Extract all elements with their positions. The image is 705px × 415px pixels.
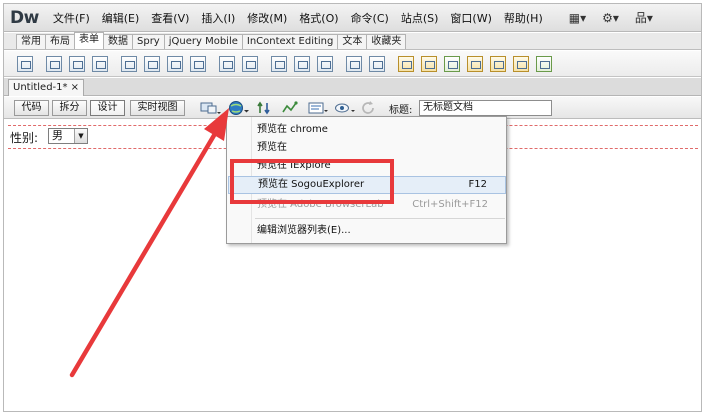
gender-label: 性别: — [10, 131, 39, 145]
tab-spry[interactable]: Spry — [132, 34, 165, 49]
menu-format[interactable]: 格式(O) — [299, 10, 338, 26]
design-view-button[interactable]: 设计 — [90, 100, 125, 116]
tab-incontext-editing[interactable]: InContext Editing — [241, 34, 339, 49]
checkbox-icon[interactable] — [121, 55, 137, 72]
spry-radio-group-icon[interactable] — [536, 55, 552, 72]
document-tab-label: Untitled-1* — [13, 82, 68, 93]
menu-item-label: 预览在 chrome — [257, 124, 328, 135]
spry-textfield-icon[interactable] — [398, 55, 414, 72]
menu-window[interactable]: 窗口(W) — [450, 10, 491, 26]
page-title-input[interactable]: 无标题文档 — [419, 100, 552, 116]
menu-item-label: 编辑浏览器列表(E)... — [257, 225, 351, 236]
label-icon[interactable] — [346, 55, 362, 72]
preview-eye-icon[interactable] — [334, 100, 356, 116]
code-view-button[interactable]: 代码 — [14, 100, 49, 116]
list-menu-icon[interactable] — [190, 55, 206, 72]
menu-edit[interactable]: 编辑(E) — [102, 10, 140, 26]
preview-blank-item[interactable]: 预览在 — [228, 139, 506, 157]
spry-select-icon[interactable] — [467, 55, 483, 72]
menu-bar: Dw 文件(F) 编辑(E) 查看(V) 插入(I) 修改(M) 格式(O) 命… — [4, 4, 701, 32]
menu-modify[interactable]: 修改(M) — [247, 10, 287, 26]
insert-panel-tabs: 常用 布局 表单 数据 Spry jQuery Mobile InContext… — [4, 32, 701, 50]
live-view-button[interactable]: 实时视图 — [130, 100, 185, 116]
spry-confirm-icon[interactable] — [513, 55, 529, 72]
close-icon[interactable]: × — [71, 80, 79, 95]
edit-browser-list-item[interactable]: 编辑浏览器列表(E)... — [228, 222, 506, 240]
dreamweaver-window: Dw 文件(F) 编辑(E) 查看(V) 插入(I) 修改(M) 格式(O) 命… — [3, 3, 702, 412]
hidden-field-icon[interactable] — [294, 55, 310, 72]
form-icon[interactable] — [17, 55, 33, 72]
textarea-icon[interactable] — [69, 55, 85, 72]
document-tab[interactable]: Untitled-1* × — [8, 79, 84, 96]
radio-group-icon[interactable] — [167, 55, 183, 72]
spry-checkbox-icon[interactable] — [444, 55, 460, 72]
globe-preview-icon[interactable] — [228, 100, 250, 116]
fieldset-icon[interactable] — [317, 55, 333, 72]
w3c-validation-icon[interactable] — [281, 100, 299, 116]
tab-layout[interactable]: 布局 — [45, 34, 75, 49]
page-title-label: 标题: — [389, 105, 413, 116]
tab-favorites[interactable]: 收藏夹 — [366, 34, 407, 49]
form-insert-toolbar — [4, 51, 701, 77]
menu-commands[interactable]: 命令(C) — [351, 10, 389, 26]
menu-help[interactable]: 帮助(H) — [504, 10, 543, 26]
menu-item-shortcut: Ctrl+Shift+F12 — [412, 199, 488, 210]
legend-icon[interactable] — [369, 55, 385, 72]
tab-forms[interactable]: 表单 — [74, 32, 104, 49]
button-icon[interactable] — [92, 55, 108, 72]
file-management-icon[interactable] — [256, 100, 274, 116]
menu-view[interactable]: 查看(V) — [151, 10, 189, 26]
menu-file[interactable]: 文件(F) — [53, 10, 90, 26]
tab-text[interactable]: 文本 — [337, 34, 368, 49]
menu-separator — [255, 218, 505, 219]
gear-icon[interactable]: ⚙▾ — [602, 11, 619, 25]
menu-item-shortcut: F12 — [468, 179, 487, 190]
sitemap-icon[interactable]: 品▾ — [635, 9, 653, 26]
spry-password-icon[interactable] — [490, 55, 506, 72]
menu-item-label: 预览在 — [257, 142, 287, 153]
annotation-highlight-box — [230, 159, 394, 204]
app-logo: Dw — [10, 7, 39, 28]
split-view-button[interactable]: 拆分 — [52, 100, 87, 116]
image-field-icon[interactable] — [242, 55, 258, 72]
tab-common[interactable]: 常用 — [16, 34, 46, 49]
document-tab-bar: Untitled-1* × — [4, 78, 701, 96]
chevron-down-icon: ▼ — [74, 129, 87, 143]
preview-chrome-item[interactable]: 预览在 chrome — [228, 121, 506, 139]
tab-jquery-mobile[interactable]: jQuery Mobile — [163, 34, 243, 49]
layout-icon[interactable]: ▦▾ — [569, 11, 586, 25]
gender-select-value: 男 — [52, 129, 63, 142]
gender-select[interactable]: 男 ▼ — [48, 128, 88, 144]
refresh-icon[interactable] — [360, 100, 378, 116]
file-field-icon[interactable] — [271, 55, 287, 72]
multiscreen-icon[interactable] — [199, 100, 221, 116]
menu-insert[interactable]: 插入(I) — [201, 10, 235, 26]
text-field-icon[interactable] — [46, 55, 62, 72]
visual-aids-icon[interactable] — [307, 100, 329, 116]
jump-menu-icon[interactable] — [219, 55, 235, 72]
radio-button-icon[interactable] — [144, 55, 160, 72]
tab-data[interactable]: 数据 — [103, 34, 133, 49]
menu-site[interactable]: 站点(S) — [401, 10, 439, 26]
spry-textarea-icon[interactable] — [421, 55, 437, 72]
